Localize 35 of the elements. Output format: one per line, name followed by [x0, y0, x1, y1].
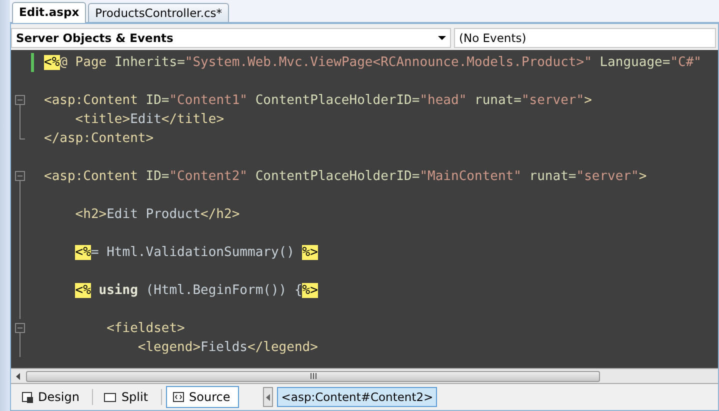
code-editor[interactable] — [11, 50, 718, 368]
code-line: <asp:Content ID="Content1" ContentPlaceHolderID="head" runat="server"> — [44, 93, 592, 108]
fold-end-line — [19, 129, 25, 140]
code-line: <%= Html.ValidationSummary() %> — [75, 245, 318, 260]
view-button[interactable]: Design — [15, 386, 88, 408]
code-line: <title>Edit</title> — [75, 112, 224, 127]
split-icon — [104, 392, 116, 402]
fold-line — [19, 110, 21, 129]
code-line: <fieldset> — [106, 321, 185, 336]
scroll-left-icon[interactable] — [16, 372, 20, 380]
breadcrumb-item[interactable]: <asp:Content#Content2> — [277, 387, 438, 407]
collapse-icon[interactable] — [15, 323, 26, 338]
code-line: </asp:Content> — [44, 131, 154, 146]
view-button[interactable]: Source — [166, 386, 240, 408]
code-line: <asp:Content ID="Content2" ContentPlaceHolderID="MainContent" runat="server"> — [44, 169, 647, 184]
code-line: <legend>Fields</legend> — [138, 340, 318, 355]
collapse-icon[interactable] — [15, 95, 26, 110]
design-icon — [22, 392, 33, 402]
collapse-icon[interactable] — [15, 171, 26, 186]
file-tab[interactable]: Edit.aspx — [12, 2, 86, 23]
code-line: <h2>Edit Product</h2> — [75, 207, 240, 222]
grip-icon — [310, 373, 316, 379]
horizontal-scrollbar[interactable] — [11, 368, 718, 383]
event-dropdown[interactable]: (No Events) — [454, 28, 716, 48]
dropdown-arrow-icon — [438, 36, 446, 40]
scroll-thumb[interactable] — [26, 370, 600, 382]
file-tab[interactable]: ProductsController.cs* — [88, 3, 230, 22]
code-line: <% using (Html.BeginForm()) {%> — [75, 283, 318, 298]
source-icon — [173, 392, 184, 402]
left-arrow-icon — [266, 394, 270, 400]
fold-line — [19, 338, 21, 357]
nav-back-button[interactable] — [263, 387, 274, 407]
view-button[interactable]: Split — [97, 386, 158, 408]
dropdown-value: Server Objects & Events — [16, 31, 174, 45]
object-dropdown[interactable]: Server Objects & Events — [11, 28, 451, 48]
